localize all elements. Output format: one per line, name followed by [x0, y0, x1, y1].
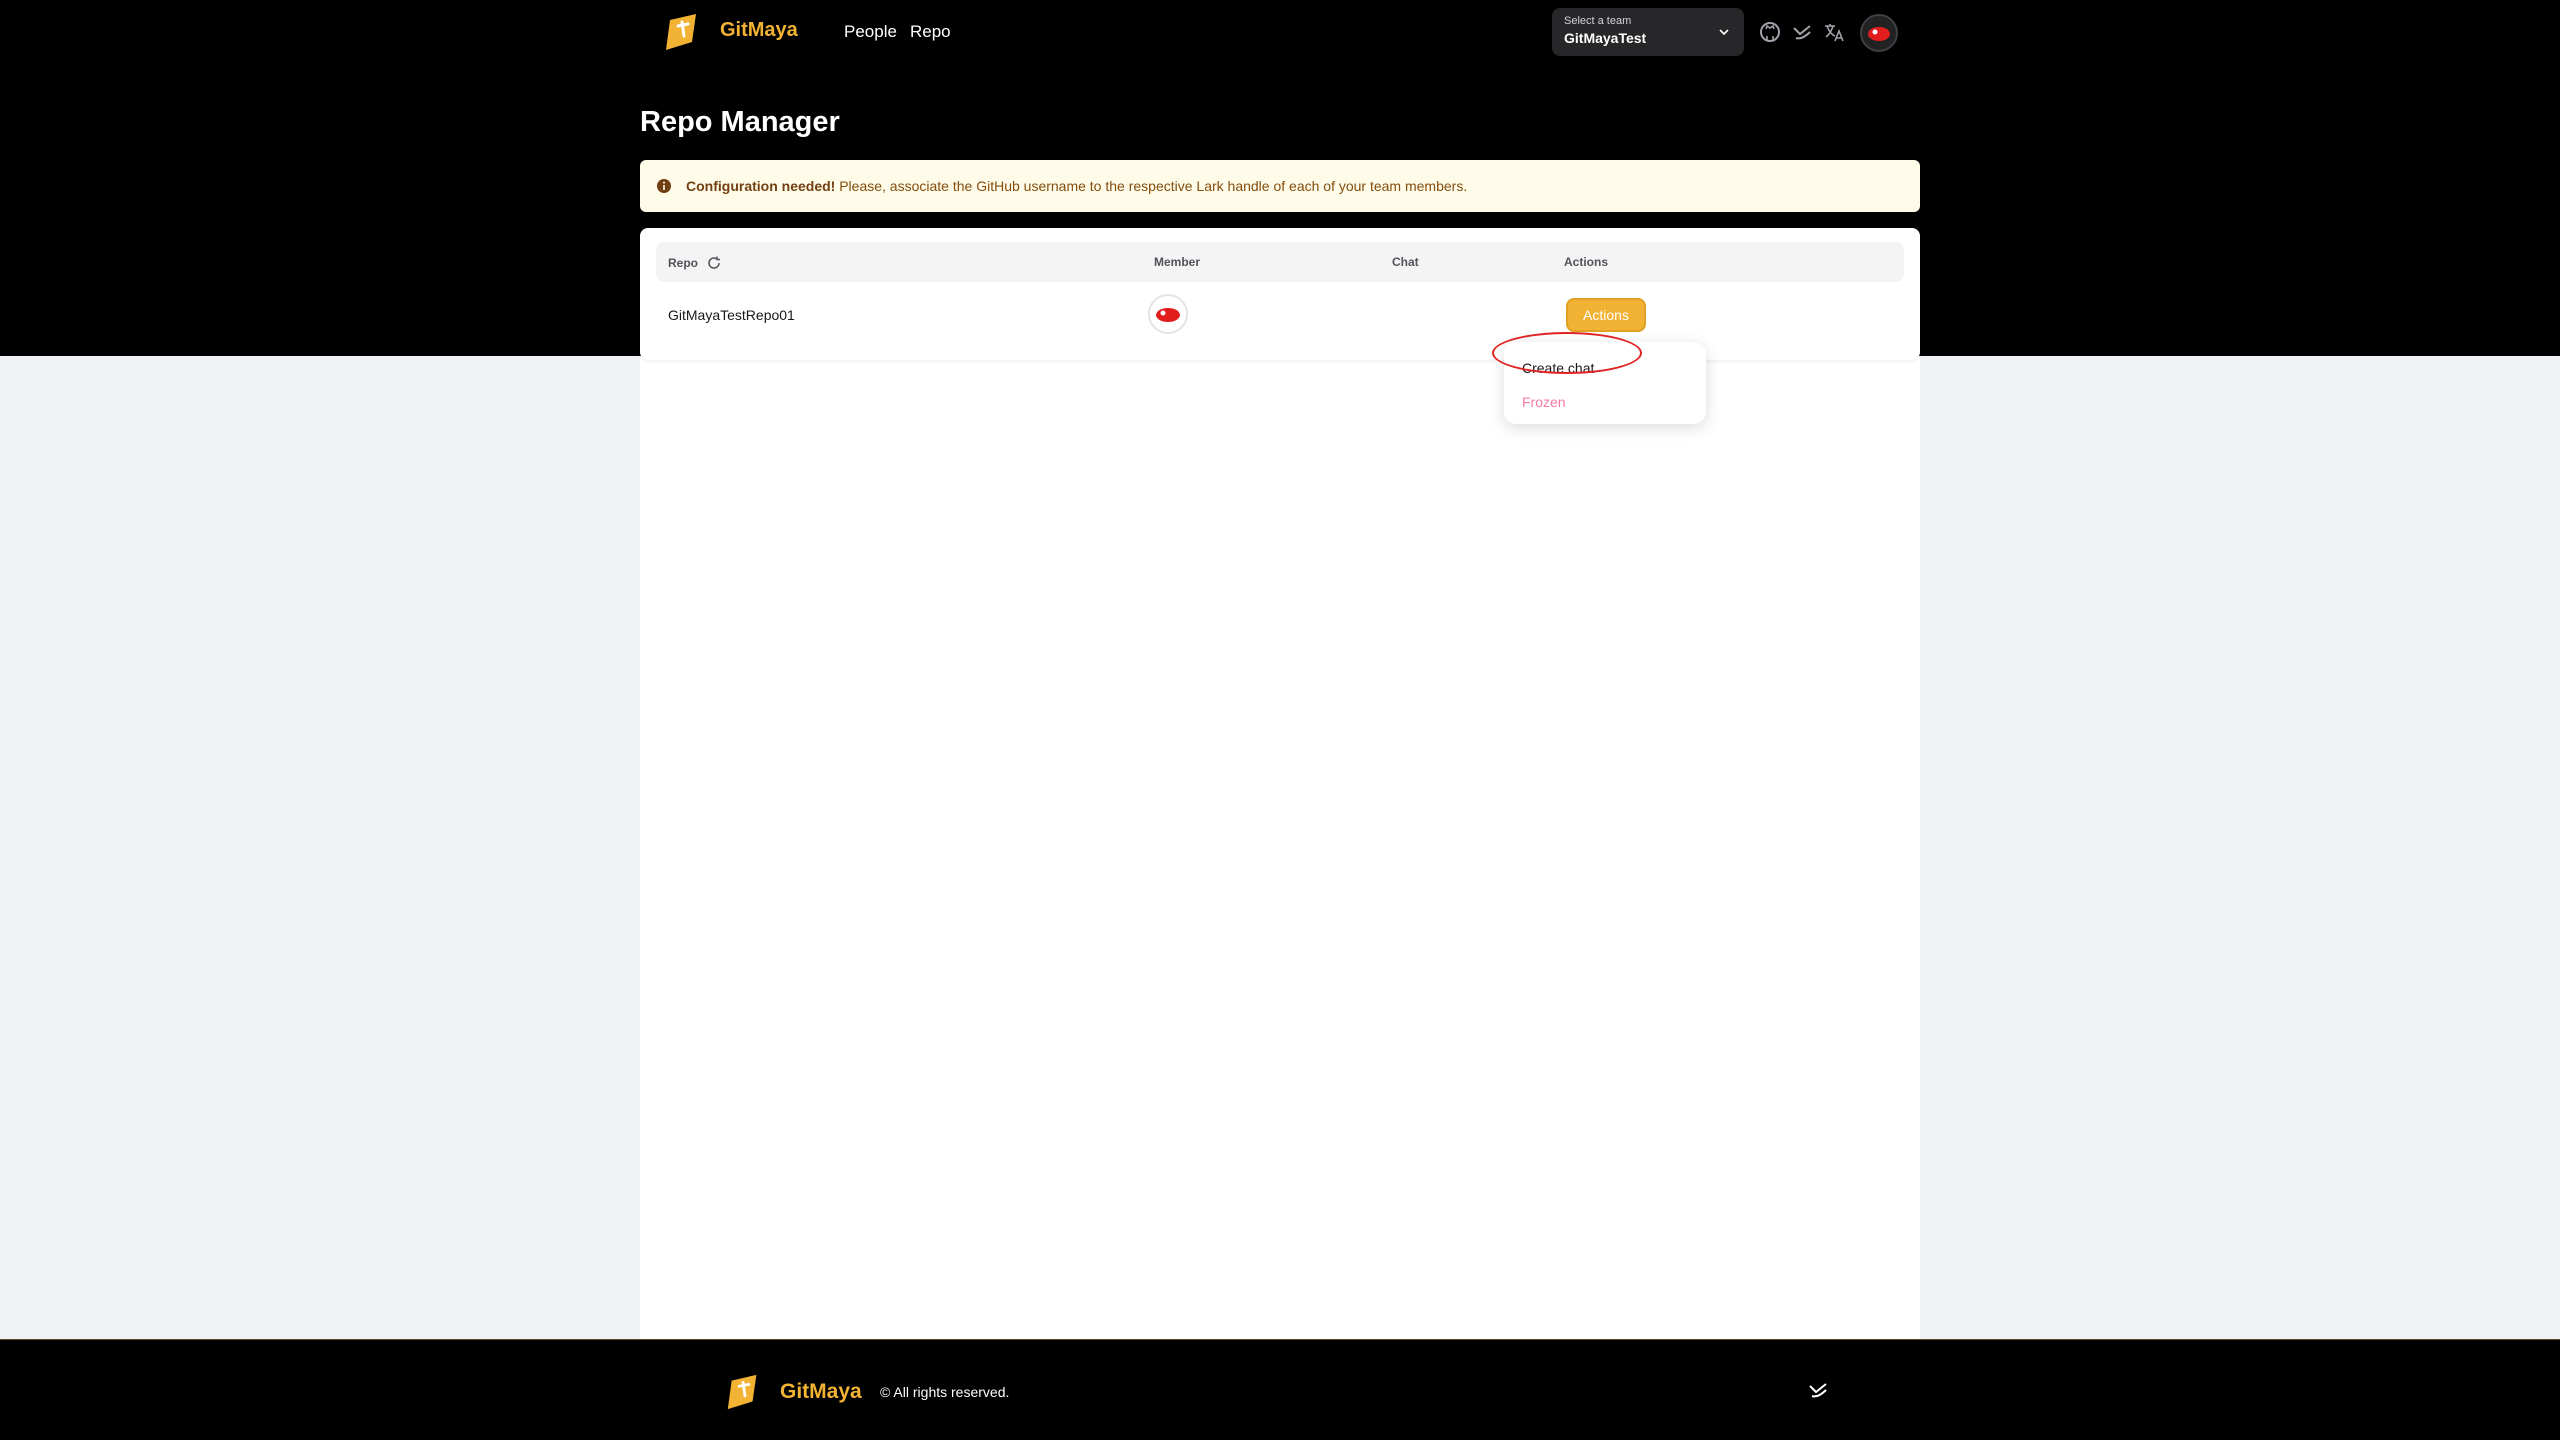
page-title: Repo Manager [640, 106, 840, 138]
alert-strong: Configuration needed! [686, 178, 836, 194]
refresh-icon[interactable] [706, 255, 722, 271]
brand-name[interactable]: GitMaya [720, 19, 798, 42]
team-select-value: GitMayaTest [1564, 30, 1647, 46]
repo-table-card: Repo Member Chat Actions GitMayaTestRepo… [640, 228, 1920, 360]
team-select-label: Select a team [1564, 15, 1632, 27]
alert-message: Configuration needed! Please, associate … [686, 178, 1467, 194]
user-avatar[interactable] [1860, 14, 1898, 52]
nav-people-link[interactable]: People [844, 22, 897, 42]
github-icon[interactable] [1758, 20, 1782, 44]
column-header-actions: Actions [1564, 255, 1609, 269]
lark-icon[interactable] [1790, 20, 1814, 44]
member-avatar-image-icon [1156, 308, 1180, 322]
repo-name-cell: GitMayaTestRepo01 [668, 307, 795, 323]
info-icon [657, 179, 671, 193]
menu-item-frozen[interactable]: Frozen [1522, 394, 1566, 410]
avatar-image-icon [1868, 27, 1890, 41]
footer-brand-name: GitMaya [780, 1380, 862, 1403]
table-header: Repo Member Chat Actions [656, 242, 1904, 282]
column-header-chat: Chat [1392, 255, 1419, 269]
footer-gitmaya-logo-icon [727, 1374, 757, 1410]
page-footer: GitMaya © All rights reserved. [0, 1339, 2560, 1440]
gitmaya-logo-icon[interactable] [662, 12, 704, 52]
top-navbar: GitMaya People Repo Select a team GitMay… [640, 0, 1920, 64]
chevron-down-icon [1719, 29, 1729, 36]
member-avatar[interactable] [1148, 294, 1188, 334]
translate-icon[interactable] [1822, 20, 1846, 44]
annotation-highlight-ring [1492, 332, 1642, 374]
actions-button[interactable]: Actions [1566, 298, 1646, 332]
column-header-repo: Repo [668, 255, 722, 271]
column-header-repo-label: Repo [668, 256, 698, 270]
alert-body: Please, associate the GitHub username to… [835, 178, 1468, 194]
column-header-member: Member [1154, 255, 1201, 269]
team-select[interactable]: Select a team GitMayaTest [1552, 8, 1744, 56]
footer-lark-icon[interactable] [1806, 1378, 1830, 1402]
footer-copyright: © All rights reserved. [880, 1384, 1010, 1400]
nav-repo-link[interactable]: Repo [910, 22, 951, 42]
main-content-area [640, 356, 1920, 1340]
configuration-alert: Configuration needed! Please, associate … [640, 160, 1920, 212]
